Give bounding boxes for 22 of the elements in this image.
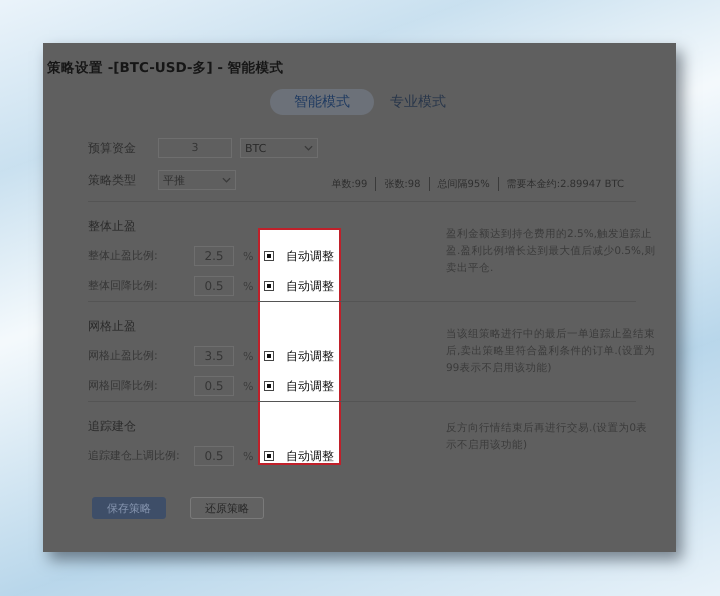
restore-button[interactable]: 还原策略: [190, 497, 264, 519]
checkbox[interactable]: [264, 251, 274, 261]
checkbox[interactable]: [264, 351, 274, 361]
unit-label: %: [242, 250, 254, 262]
checkbox[interactable]: [264, 281, 274, 291]
dialog-title: 策略设置 -[BTC-USD-多] - 智能模式: [47, 59, 285, 77]
unit-label: %: [242, 350, 254, 362]
unit-label: %: [242, 280, 254, 292]
save-button[interactable]: 保存策略: [92, 497, 166, 519]
mode-tab[interactable]: 专业模式: [374, 89, 462, 115]
caret-icon: [304, 145, 313, 151]
unit-label: %: [242, 450, 254, 462]
checkbox[interactable]: [264, 451, 274, 461]
mode-tab[interactable]: 智能模式: [270, 89, 374, 115]
checkbox-label: 自动调整: [286, 348, 334, 364]
checkbox-label: 自动调整: [286, 248, 334, 264]
unit-label: %: [242, 380, 254, 392]
checkbox-label: 自动调整: [286, 378, 334, 394]
checkbox-label: 自动调整: [286, 278, 334, 294]
checkbox-label: 自动调整: [286, 448, 334, 464]
checkbox[interactable]: [264, 381, 274, 391]
caret-icon: [222, 177, 231, 183]
